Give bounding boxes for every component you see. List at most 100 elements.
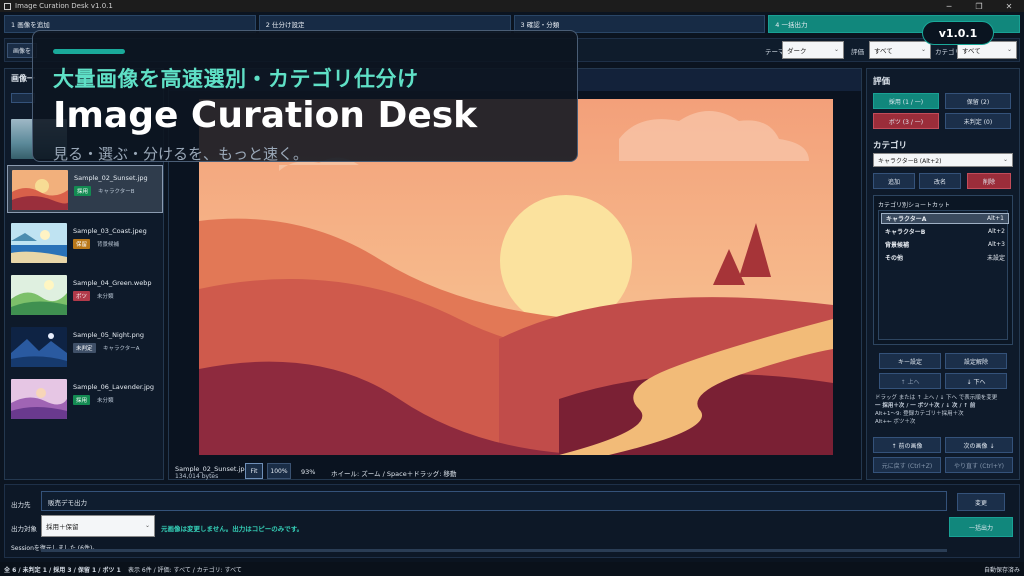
thumbnail-sunset	[12, 170, 68, 210]
shortcut-help: ドラッグ または ↑ 上へ / ↓ 下へ で表示順を変更 一 採用＋次 / 一 …	[875, 394, 1015, 426]
chevron-down-icon: ⌄	[1006, 46, 1012, 53]
title-bar: Image Curation Desk v1.0.1	[0, 0, 1024, 12]
shortcut-row-selected[interactable]: キャラクターA Alt+1	[881, 213, 1009, 224]
category-select[interactable]: キャラクターB (Alt+2) ⌄	[873, 153, 1013, 167]
shortcut-row[interactable]: キャラクターB Alt+2	[881, 226, 1009, 237]
zoom-100-label: 100%	[270, 467, 288, 475]
status-bar: 全 6 / 未判定 1 / 採用 3 / 保留 1 / ボツ 1 表示 6件 /…	[0, 562, 1024, 576]
rating-filter-label: 評価	[851, 48, 864, 56]
shortcut-row[interactable]: 背景候補 Alt+3	[881, 239, 1009, 250]
add-category-label: 追加	[887, 178, 900, 186]
item-filename: Sample_02_Sunset.jpg	[74, 174, 148, 182]
item-category: 未分類	[97, 294, 114, 300]
item-filename: Sample_05_Night.png	[73, 331, 145, 339]
minimize-button[interactable]: ─	[934, 0, 964, 12]
rename-category-button[interactable]: 改名	[919, 173, 961, 189]
list-item[interactable]: Sample_04_Green.webp ボツ 未分類	[7, 271, 163, 319]
status-badge: 採用	[74, 186, 92, 196]
overlay-title: Image Curation Desk	[53, 95, 478, 136]
key-set-button[interactable]: キー設定	[879, 353, 941, 369]
item-filename: Sample_04_Green.webp	[73, 279, 152, 287]
theme-value: ダーク	[787, 47, 807, 55]
shortcut-name: その他	[885, 255, 904, 262]
status-badge: 保留	[73, 239, 91, 249]
list-item-selected[interactable]: Sample_02_Sunset.jpg 採用 キャラクターB	[7, 165, 163, 213]
theme-select[interactable]: ダーク ⌄	[782, 41, 844, 59]
output-target-value: 採用＋保留	[46, 523, 79, 531]
rating-filter-select[interactable]: すべて ⌄	[869, 41, 931, 59]
redo-button[interactable]: やり直す (Ctrl+Y)	[945, 457, 1013, 473]
export-label: 一括出力	[968, 524, 993, 532]
item-category: キャラクターB	[98, 189, 135, 195]
prev-image-button[interactable]: ↑ 前の画像	[873, 437, 941, 453]
list-item[interactable]: Sample_03_Coast.jpeg 保留 背景候補	[7, 219, 163, 267]
change-dest-button[interactable]: 変更	[957, 493, 1005, 511]
app-icon	[4, 2, 11, 10]
shortcut-key: 未設定	[986, 255, 1005, 262]
rating-title: 評価	[873, 77, 891, 87]
item-category: 未分類	[97, 398, 114, 404]
rename-category-label: 改名	[933, 178, 946, 186]
fit-button[interactable]: Fit	[245, 463, 263, 479]
step-label: 2 仕分け設定	[265, 21, 305, 29]
status-badge: ボツ	[73, 291, 91, 301]
output-dest-field[interactable]: 販売デモ出力	[41, 491, 947, 511]
item-category: キャラクターA	[103, 346, 140, 352]
undecided-button[interactable]: 未判定 (0)	[945, 113, 1011, 129]
export-button[interactable]: 一括出力	[949, 517, 1013, 537]
export-notice: 元画像は変更しません。出力はコピーのみです。	[161, 525, 304, 533]
next-image-label: 次の画像 ↓	[963, 442, 995, 450]
viewer-hint: ホイール: ズーム / Space＋ドラッグ: 移動	[331, 470, 457, 478]
delete-category-button[interactable]: 削除	[967, 173, 1011, 189]
category-title: カテゴリ	[873, 141, 908, 151]
move-down-button[interactable]: ↓ 下へ	[945, 373, 1007, 389]
status-filter: 表示 6件 / 評価: すべて / カテゴリ: すべて	[128, 566, 242, 574]
move-up-label: ↑ 上へ	[900, 378, 920, 386]
move-down-label: ↓ 下へ	[966, 378, 986, 386]
change-dest-label: 変更	[974, 499, 987, 507]
output-target-select[interactable]: 採用＋保留 ⌄	[41, 515, 155, 537]
delete-category-label: 削除	[982, 178, 995, 186]
hold-button[interactable]: 保留 (2)	[945, 93, 1011, 109]
maximize-button[interactable]: ❐	[964, 0, 994, 12]
shortcut-group: カテゴリ別ショートカット キャラクターA Alt+1 キャラクターB Alt+2 背…	[873, 195, 1013, 345]
viewer-filesize: 134,014 bytes	[175, 473, 219, 480]
rating-filter-value: すべて	[874, 47, 893, 55]
chevron-down-icon: ⌄	[920, 46, 926, 53]
shortcut-name: キャラクターA	[886, 216, 927, 223]
promo-overlay: 大量画像を高速選別・カテゴリ仕分け Image Curation Desk 見る…	[32, 30, 578, 163]
list-item[interactable]: Sample_06_Lavender.jpg 採用 未分類	[7, 375, 163, 423]
list-item[interactable]: Sample_05_Night.png 未判定 キャラクターA	[7, 323, 163, 371]
zoom-value: 93%	[301, 468, 316, 476]
version-badge: v1.0.1	[922, 21, 994, 45]
chevron-down-icon: ⌄	[833, 46, 839, 53]
key-clear-button[interactable]: 設定解除	[945, 353, 1007, 369]
next-image-button[interactable]: 次の画像 ↓	[945, 437, 1013, 453]
side-panel: 評価 採用 (1 / 一) 保留 (2) ボツ (3 / 一) 未判定 (0) …	[866, 68, 1020, 480]
shortcut-row[interactable]: その他 未設定	[881, 252, 1009, 263]
prev-image-label: ↑ 前の画像	[891, 442, 923, 450]
key-set-label: キー設定	[897, 358, 922, 366]
export-panel: 出力先 販売デモ出力 変更 出力対象 採用＋保留 ⌄ 元画像は変更しません。出力は…	[4, 484, 1020, 558]
add-category-button[interactable]: 追加	[873, 173, 915, 189]
shortcut-list: キャラクターA Alt+1 キャラクターB Alt+2 背景候補 Alt+3 その他 未…	[878, 210, 1009, 340]
shortcut-title: カテゴリ別ショートカット	[878, 202, 951, 209]
status-counts: 全 6 / 未判定 1 / 採用 3 / 保留 1 / ボツ 1	[4, 566, 121, 574]
thumbnail-green	[11, 275, 67, 315]
thumbnail-lavender	[11, 379, 67, 419]
shortcut-key: Alt+2	[988, 228, 1005, 235]
viewer-filename: Sample_02_Sunset.jpg	[175, 465, 249, 473]
zoom-100-button[interactable]: 100%	[267, 463, 291, 479]
step-label: 4 一括出力	[775, 21, 808, 29]
hold-label: 保留 (2)	[966, 98, 990, 106]
item-filename: Sample_06_Lavender.jpg	[73, 383, 155, 391]
adopt-button[interactable]: 採用 (1 / 一)	[873, 93, 939, 109]
overlay-headline: 大量画像を高速選別・カテゴリ仕分け	[53, 67, 419, 91]
move-up-button[interactable]: ↑ 上へ	[879, 373, 941, 389]
reject-button[interactable]: ボツ (3 / 一)	[873, 113, 939, 129]
undo-button[interactable]: 元に戻す (Ctrl+Z)	[873, 457, 941, 473]
help-line: ドラッグ または ↑ 上へ / ↓ 下へ で表示順を変更	[875, 395, 998, 401]
close-button[interactable]: ✕	[994, 0, 1024, 12]
status-badge: 未判定	[73, 343, 96, 353]
accent-bar	[53, 49, 125, 54]
